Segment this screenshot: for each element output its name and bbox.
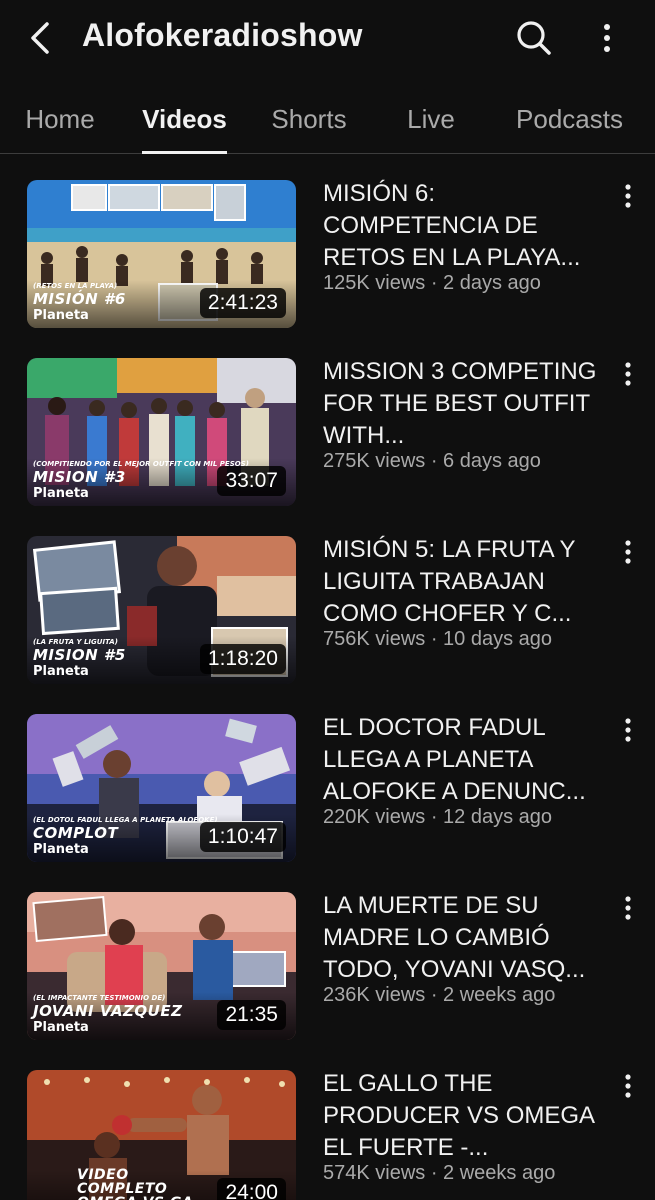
tab-live[interactable]: Live xyxy=(405,84,457,154)
video-title[interactable]: MISIÓN 6: COMPETENCIA DE RETOS EN LA PLA… xyxy=(323,178,608,274)
video-duration: 24:00 xyxy=(217,1178,286,1200)
search-button[interactable] xyxy=(512,16,556,60)
video-thumbnail[interactable]: (LA FRUTA Y LIGUITA) MISION #5 Planeta 1… xyxy=(27,536,296,684)
video-item[interactable]: (EL DOTOL FADUL LLEGA A PLANETA ALOFOKE)… xyxy=(0,712,655,862)
video-item[interactable]: (COMPITIENDO POR EL MEJOR OUTFIT CON MIL… xyxy=(0,356,655,506)
video-title[interactable]: LA MUERTE DE SU MADRE LO CAMBIÓ TODO, YO… xyxy=(323,890,608,986)
video-duration: 2:41:23 xyxy=(199,288,286,318)
back-button[interactable] xyxy=(20,18,60,58)
channel-title: Alofokeradioshow xyxy=(82,17,363,53)
tab-home[interactable]: Home xyxy=(23,84,97,154)
video-duration: 21:35 xyxy=(217,1000,286,1030)
channel-tabs: Home Videos Shorts Live Podcasts xyxy=(0,84,655,154)
video-title[interactable]: EL DOCTOR FADUL LLEGA A PLANETA ALOFOKE … xyxy=(323,712,608,808)
thumbnail-caption: (RETOS EN LA PLAYA) MISIÓN #6 Planeta xyxy=(33,282,126,323)
thumbnail-caption: (EL DOTOL FADUL LLEGA A PLANETA ALOFOKE)… xyxy=(33,816,218,857)
tab-videos[interactable]: Videos xyxy=(142,84,227,154)
video-meta[interactable]: MISIÓN 5: LA FRUTA Y LIGUITA TRABAJAN CO… xyxy=(323,534,608,652)
video-more-button[interactable] xyxy=(614,892,642,924)
video-title[interactable]: MISSION 3 COMPETING FOR THE BEST OUTFIT … xyxy=(323,356,608,452)
thumbnail-caption: (LA FRUTA Y LIGUITA) MISION #5 Planeta xyxy=(33,638,126,679)
video-item[interactable]: (EL IMPACTANTE TESTIMONIO DE) JOVANI VAZ… xyxy=(0,890,655,1040)
video-thumbnail[interactable]: (COMPITIENDO POR EL MEJOR OUTFIT CON MIL… xyxy=(27,358,296,506)
video-more-button[interactable] xyxy=(614,1070,642,1102)
more-options-button[interactable] xyxy=(590,16,624,60)
more-vertical-icon xyxy=(625,718,631,742)
video-thumbnail[interactable]: (EL DOTOL FADUL LLEGA A PLANETA ALOFOKE)… xyxy=(27,714,296,862)
video-more-button[interactable] xyxy=(614,180,642,212)
more-vertical-icon xyxy=(604,24,610,52)
top-bar: Alofokeradioshow xyxy=(0,0,655,76)
video-duration: 1:18:20 xyxy=(199,644,286,674)
video-more-button[interactable] xyxy=(614,358,642,390)
tab-podcasts[interactable]: Podcasts xyxy=(512,84,627,154)
tab-shorts[interactable]: Shorts xyxy=(268,84,350,154)
video-title[interactable]: EL GALLO THE PRODUCER VS OMEGA EL FUERTE… xyxy=(323,1068,608,1164)
video-duration: 33:07 xyxy=(217,466,286,496)
video-meta[interactable]: MISIÓN 6: COMPETENCIA DE RETOS EN LA PLA… xyxy=(323,178,608,296)
video-thumbnail[interactable]: (RETOS EN LA PLAYA) MISIÓN #6 Planeta 2:… xyxy=(27,180,296,328)
video-meta[interactable]: MISSION 3 COMPETING FOR THE BEST OUTFIT … xyxy=(323,356,608,474)
video-more-button[interactable] xyxy=(614,536,642,568)
more-vertical-icon xyxy=(625,362,631,386)
video-item[interactable]: VIDEO COMPLETO OMEGA VS GA 24:00 EL GALL… xyxy=(0,1068,655,1200)
video-more-button[interactable] xyxy=(614,714,642,746)
video-meta[interactable]: EL GALLO THE PRODUCER VS OMEGA EL FUERTE… xyxy=(323,1068,608,1186)
video-meta[interactable]: EL DOCTOR FADUL LLEGA A PLANETA ALOFOKE … xyxy=(323,712,608,830)
back-arrow-icon xyxy=(31,22,49,54)
video-stats: 574K views · 2 weeks ago xyxy=(323,1162,556,1184)
video-title[interactable]: MISIÓN 5: LA FRUTA Y LIGUITA TRABAJAN CO… xyxy=(323,534,608,630)
thumbnail-caption: VIDEO COMPLETO OMEGA VS GA xyxy=(77,1167,193,1200)
video-item[interactable]: (LA FRUTA Y LIGUITA) MISION #5 Planeta 1… xyxy=(0,534,655,684)
video-item[interactable]: (RETOS EN LA PLAYA) MISIÓN #6 Planeta 2:… xyxy=(0,178,655,328)
more-vertical-icon xyxy=(625,540,631,564)
video-thumbnail[interactable]: VIDEO COMPLETO OMEGA VS GA 24:00 xyxy=(27,1070,296,1200)
more-vertical-icon xyxy=(625,896,631,920)
video-thumbnail[interactable]: (EL IMPACTANTE TESTIMONIO DE) JOVANI VAZ… xyxy=(27,892,296,1040)
more-vertical-icon xyxy=(625,184,631,208)
video-stats: 275K views · 6 days ago xyxy=(323,450,541,472)
video-duration: 1:10:47 xyxy=(199,822,286,852)
more-vertical-icon xyxy=(625,1074,631,1098)
video-meta[interactable]: LA MUERTE DE SU MADRE LO CAMBIÓ TODO, YO… xyxy=(323,890,608,1008)
thumbnail-caption: (EL IMPACTANTE TESTIMONIO DE) JOVANI VAZ… xyxy=(33,994,183,1035)
search-icon xyxy=(517,21,551,55)
